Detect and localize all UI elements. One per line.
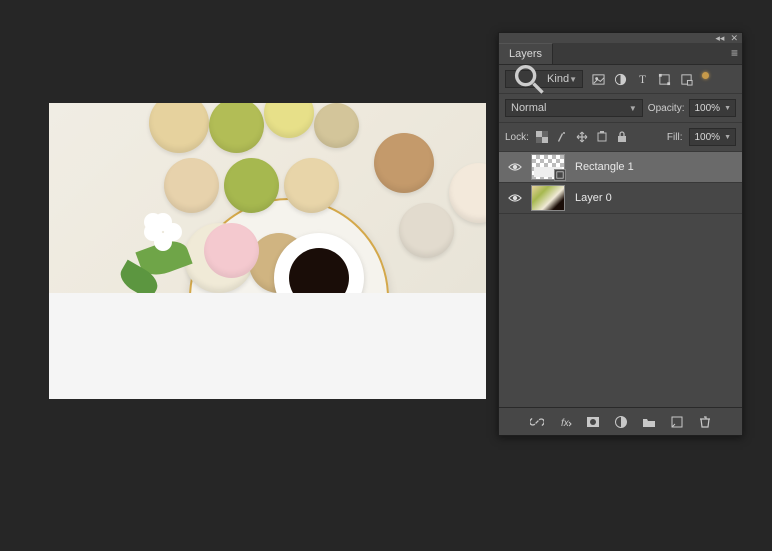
chevron-down-icon: ▼ xyxy=(569,75,577,84)
layer-style-icon[interactable]: fx xyxy=(558,415,572,429)
lock-all-icon[interactable] xyxy=(616,131,628,143)
chevron-down-icon: ▼ xyxy=(724,134,731,141)
fill-input[interactable]: 100% ▼ xyxy=(689,128,736,146)
link-layers-icon[interactable] xyxy=(530,415,544,429)
delete-layer-icon[interactable] xyxy=(698,415,712,429)
blend-mode-dropdown[interactable]: Normal ▼ xyxy=(505,99,643,117)
lock-label: Lock: xyxy=(505,132,529,143)
layer-thumbnail[interactable] xyxy=(531,154,565,180)
visibility-toggle[interactable] xyxy=(505,162,525,172)
opacity-label: Opacity: xyxy=(648,103,685,114)
lock-pixels-icon[interactable] xyxy=(556,131,568,143)
filter-type-icon[interactable]: T xyxy=(636,73,649,86)
lock-transparency-icon[interactable] xyxy=(536,131,548,143)
layers-list: Rectangle 1 Layer 0 xyxy=(499,152,742,407)
adjustment-layer-icon[interactable] xyxy=(614,415,628,429)
canvas-rectangle-overlay xyxy=(49,293,486,399)
lock-row: Lock: Fill: 100% ▼ xyxy=(499,123,742,152)
canvas-image xyxy=(49,103,486,293)
layer-name[interactable]: Rectangle 1 xyxy=(575,161,634,173)
layer-row[interactable]: Rectangle 1 xyxy=(499,152,742,183)
opacity-input[interactable]: 100% ▼ xyxy=(689,99,736,117)
panel-topbar: ◂◂ ✕ xyxy=(499,33,742,43)
collapse-panel-icon[interactable]: ◂◂ xyxy=(715,33,724,44)
layer-row[interactable]: Layer 0 xyxy=(499,183,742,214)
blend-mode-label: Normal xyxy=(511,102,546,114)
filter-kind-label: Kind xyxy=(547,73,569,85)
chevron-down-icon: ▼ xyxy=(629,104,637,113)
layer-thumbnail[interactable] xyxy=(531,185,565,211)
tab-layers[interactable]: Layers xyxy=(499,43,553,64)
fill-value: 100% xyxy=(694,132,720,143)
lock-position-icon[interactable] xyxy=(576,131,588,143)
filter-shape-icon[interactable] xyxy=(658,73,671,86)
panel-tab-bar: Layers ≡ xyxy=(499,43,742,65)
layers-panel-footer: fx xyxy=(499,407,742,435)
new-layer-icon[interactable] xyxy=(670,415,684,429)
layers-panel: ◂◂ ✕ Layers ≡ Kind ▼ T Normal ▼ Opacity:… xyxy=(498,32,743,436)
chevron-down-icon: ▼ xyxy=(724,105,731,112)
lock-artboard-icon[interactable] xyxy=(596,131,608,143)
filter-adjustment-icon[interactable] xyxy=(614,73,627,86)
group-icon[interactable] xyxy=(642,415,656,429)
filter-pixel-icon[interactable] xyxy=(592,73,605,86)
close-panel-icon[interactable]: ✕ xyxy=(730,33,738,44)
svg-text:fx: fx xyxy=(561,418,570,429)
layer-name[interactable]: Layer 0 xyxy=(575,192,612,204)
filter-kind-dropdown[interactable]: Kind ▼ xyxy=(505,70,583,88)
search-icon xyxy=(511,61,547,97)
filter-smartobject-icon[interactable] xyxy=(680,73,693,86)
visibility-toggle[interactable] xyxy=(505,193,525,203)
document-canvas[interactable] xyxy=(49,103,486,399)
filter-toggle-indicator[interactable] xyxy=(702,72,709,79)
layer-mask-icon[interactable] xyxy=(586,415,600,429)
opacity-value: 100% xyxy=(694,103,720,114)
layer-filter-row: Kind ▼ T xyxy=(499,65,742,94)
svg-text:T: T xyxy=(639,74,646,86)
fill-label: Fill: xyxy=(667,132,683,143)
vector-mask-icon xyxy=(554,169,566,181)
panel-menu-icon[interactable]: ≡ xyxy=(731,47,738,59)
blend-row: Normal ▼ Opacity: 100% ▼ xyxy=(499,94,742,123)
